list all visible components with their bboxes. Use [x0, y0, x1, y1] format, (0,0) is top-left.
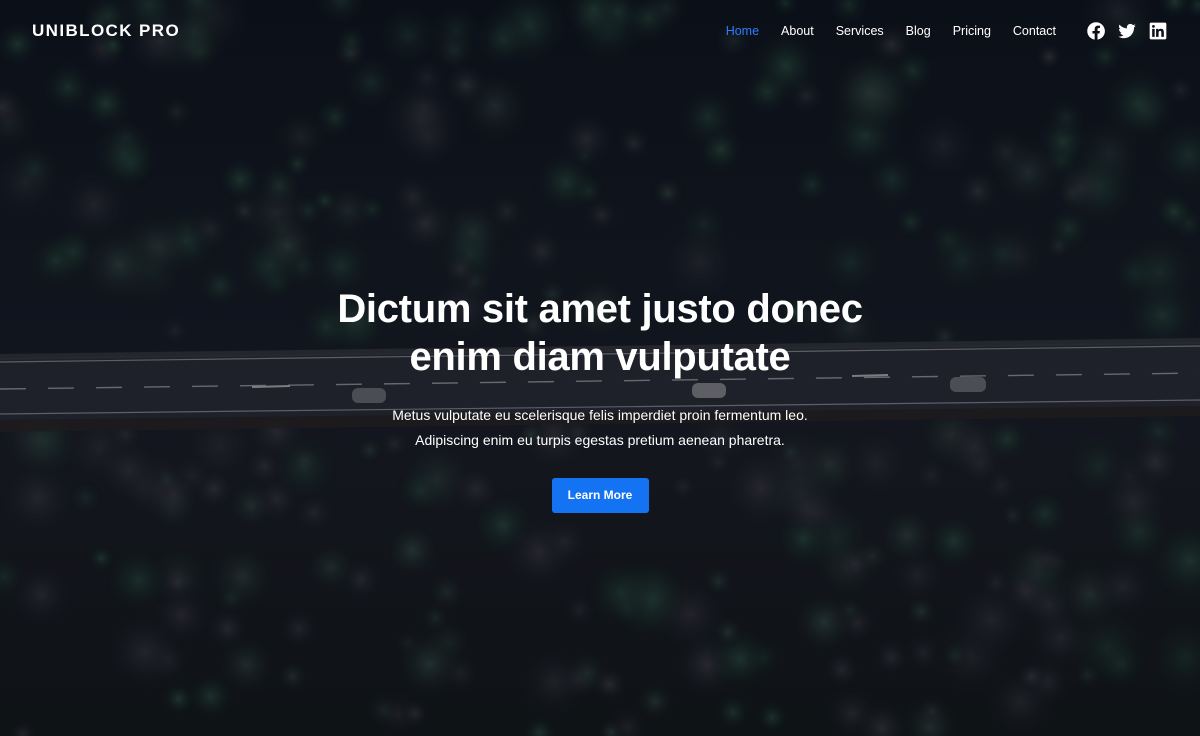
nav-link-blog[interactable]: Blog	[906, 24, 931, 38]
learn-more-button[interactable]: Learn More	[551, 478, 649, 513]
hero-title-line-1: Dictum sit amet justo donec	[337, 287, 863, 331]
navbar: UNIBLOCK PRO Home About Services Blog Pr…	[0, 0, 1200, 62]
nav-link-services[interactable]: Services	[836, 24, 884, 38]
hero-title-line-2: enim diam vulputate	[409, 335, 791, 379]
facebook-icon[interactable]	[1086, 21, 1106, 41]
nav-link-home[interactable]: Home	[726, 24, 759, 38]
social-links	[1086, 21, 1168, 41]
hero-subtitle: Metus vulputate eu scelerisque felis imp…	[340, 403, 860, 453]
hero-subtitle-line-2: Adipiscing enim eu turpis egestas pretiu…	[415, 432, 785, 448]
nav-links: Home About Services Blog Pricing Contact	[726, 22, 1056, 40]
twitter-icon[interactable]	[1117, 21, 1137, 41]
hero-section: UNIBLOCK PRO Home About Services Blog Pr…	[0, 0, 1200, 736]
nav-link-pricing[interactable]: Pricing	[953, 24, 991, 38]
nav-link-contact[interactable]: Contact	[1013, 24, 1056, 38]
nav-right: Home About Services Blog Pricing Contact	[726, 21, 1168, 41]
brand-logo[interactable]: UNIBLOCK PRO	[32, 21, 180, 41]
hero-title: Dictum sit amet justo donec enim diam vu…	[290, 285, 910, 381]
nav-link-about[interactable]: About	[781, 24, 814, 38]
hero-subtitle-line-1: Metus vulputate eu scelerisque felis imp…	[392, 407, 808, 423]
hero-content: Dictum sit amet justo donec enim diam vu…	[0, 285, 1200, 513]
linkedin-icon[interactable]	[1148, 21, 1168, 41]
